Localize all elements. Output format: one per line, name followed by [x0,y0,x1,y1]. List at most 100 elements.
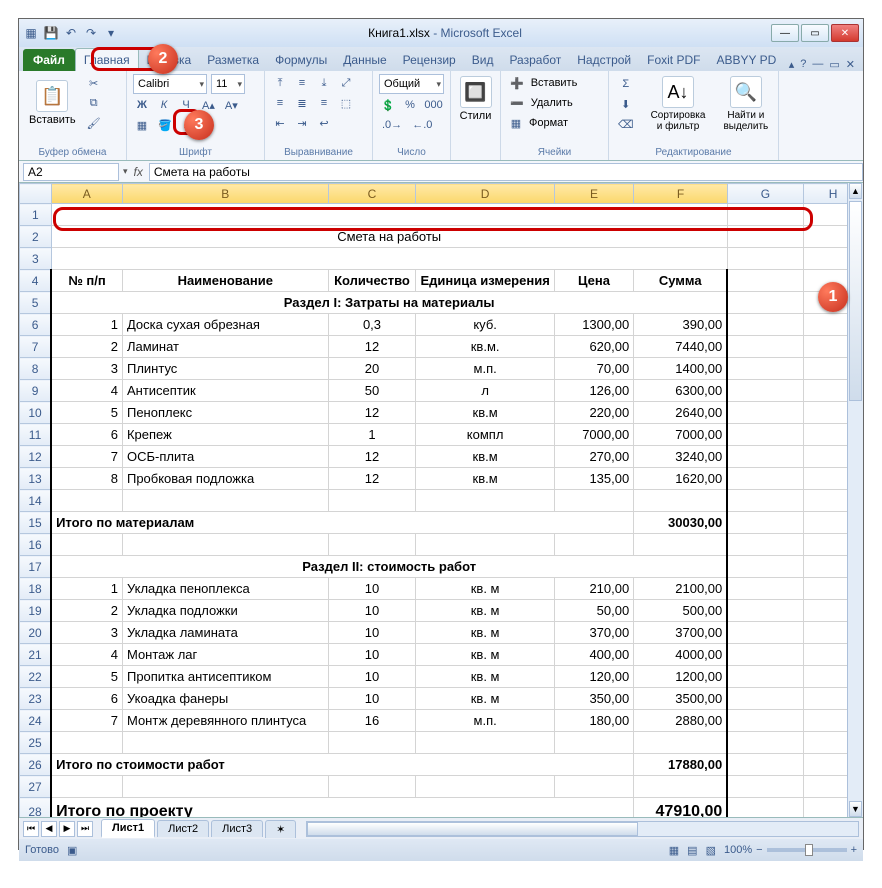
sheet-nav-next-icon[interactable]: ▶ [59,821,75,837]
ribbon-minimize-icon[interactable]: ▴ [789,58,795,71]
row-header[interactable]: 18 [20,578,52,600]
cell[interactable]: 10 [328,644,416,666]
col-header-d[interactable]: D [416,184,554,204]
cell[interactable]: Пропитка антисептиком [122,666,328,688]
cell[interactable]: Итого по проекту [51,798,634,818]
cell[interactable]: 5 [51,666,122,688]
cell[interactable]: 120,00 [554,666,633,688]
clear-button[interactable]: ⌫ [615,115,637,133]
row-header[interactable]: 20 [20,622,52,644]
row-header[interactable]: 14 [20,490,52,512]
cell[interactable]: 5 [51,402,122,424]
undo-icon[interactable]: ↶ [63,25,79,41]
zoom-out-button[interactable]: − [756,844,762,856]
row-header[interactable]: 1 [20,204,52,226]
align-bottom-button[interactable]: ⤓ [315,74,333,92]
cell[interactable]: 6 [51,688,122,710]
cell[interactable]: 7440,00 [634,336,728,358]
cell[interactable]: 7 [51,710,122,732]
bold-button[interactable]: Ж [133,96,151,114]
font-size-select[interactable]: 11 [211,74,245,94]
cell[interactable]: кв.м. [416,336,554,358]
cell[interactable]: кв. м [416,622,554,644]
cell[interactable]: № п/п [51,270,122,292]
row-header[interactable]: 8 [20,358,52,380]
cell[interactable]: 3500,00 [634,688,728,710]
increase-indent-button[interactable]: ⇥ [293,114,311,132]
row-header[interactable]: 17 [20,556,52,578]
cell[interactable]: 400,00 [554,644,633,666]
view-layout-icon[interactable]: ▤ [687,844,697,857]
worksheet-grid[interactable]: A B C D E F G H 1 2Смета на работы 3 4 №… [19,183,863,817]
cell[interactable]: 500,00 [634,600,728,622]
qat-dropdown-icon[interactable]: ▾ [103,25,119,41]
view-normal-icon[interactable]: ▦ [669,844,679,857]
cell[interactable]: 370,00 [554,622,633,644]
row-header[interactable]: 16 [20,534,52,556]
cell[interactable]: Пробковая подложка [122,468,328,490]
help-icon[interactable]: ? [800,58,806,71]
view-pagebreak-icon[interactable]: ▧ [706,844,716,857]
row-header[interactable]: 2 [20,226,52,248]
cell[interactable]: Количество [328,270,416,292]
fill-button[interactable]: ⬇ [615,95,637,113]
row-header[interactable]: 21 [20,644,52,666]
cell[interactable]: Раздел II: стоимость работ [51,556,727,578]
sort-filter-button[interactable]: A↓ Сортировка и фильтр [647,74,710,134]
col-header-f[interactable]: F [634,184,728,204]
comma-button[interactable]: 000 [423,96,444,114]
cell[interactable]: 12 [328,336,416,358]
shrink-font-button[interactable]: A▾ [222,96,241,114]
cell[interactable]: 7000,00 [634,424,728,446]
zoom-in-button[interactable]: + [851,844,857,856]
cell[interactable]: Раздел I: Затраты на материалы [51,292,727,314]
new-sheet-button[interactable]: ✶ [265,820,296,838]
format-cells-button[interactable]: ▦ [507,114,525,132]
cell[interactable]: 1300,00 [554,314,633,336]
cell[interactable]: Укладка пеноплекса [122,578,328,600]
find-select-button[interactable]: 🔍 Найти и выделить [719,74,772,134]
cell[interactable]: кв. м [416,688,554,710]
copy-button[interactable]: ⧉ [84,94,104,112]
cell[interactable]: 1400,00 [634,358,728,380]
scroll-thumb[interactable] [849,201,862,401]
cell[interactable]: 1 [51,314,122,336]
tab-developer[interactable]: Разработ [501,49,569,71]
col-header-b[interactable]: B [122,184,328,204]
borders-button[interactable]: ▦ [133,116,151,134]
row-header[interactable]: 10 [20,402,52,424]
cut-button[interactable]: ✂ [84,74,104,92]
sheet-tab-1[interactable]: Лист1 [101,819,155,838]
cell[interactable]: Цена [554,270,633,292]
cell[interactable]: 50,00 [554,600,633,622]
tab-data[interactable]: Данные [335,49,394,71]
cell[interactable]: л [416,380,554,402]
tab-abbyy[interactable]: ABBYY PD [708,49,784,71]
cell[interactable]: 3 [51,358,122,380]
vertical-scrollbar[interactable]: ▲ ▼ [847,183,863,817]
cell[interactable]: Плинтус [122,358,328,380]
cell[interactable]: Укоадка фанеры [122,688,328,710]
minimize-button[interactable]: — [771,24,799,42]
tab-home[interactable]: Главная [75,48,139,71]
cell[interactable]: 8 [51,468,122,490]
row-header[interactable]: 11 [20,424,52,446]
cell[interactable]: 16 [328,710,416,732]
doc-restore-icon[interactable]: ▭ [829,58,839,71]
align-center-button[interactable]: ≣ [293,94,311,112]
cell[interactable]: 126,00 [554,380,633,402]
cell[interactable]: кв. м [416,666,554,688]
insert-cells-button[interactable]: ➕ [507,74,527,92]
tab-layout[interactable]: Разметка [199,49,267,71]
styles-button[interactable]: 🔲 Стили [457,74,494,124]
align-right-button[interactable]: ≡ [315,94,333,112]
align-middle-button[interactable]: ≡ [293,74,311,92]
cell[interactable]: 7000,00 [554,424,633,446]
cell[interactable]: Крепеж [122,424,328,446]
row-header[interactable]: 7 [20,336,52,358]
cell[interactable]: Ламинат [122,336,328,358]
cell[interactable]: 70,00 [554,358,633,380]
row-header[interactable]: 12 [20,446,52,468]
cell[interactable]: 30030,00 [634,512,728,534]
cell[interactable]: Укладка ламината [122,622,328,644]
